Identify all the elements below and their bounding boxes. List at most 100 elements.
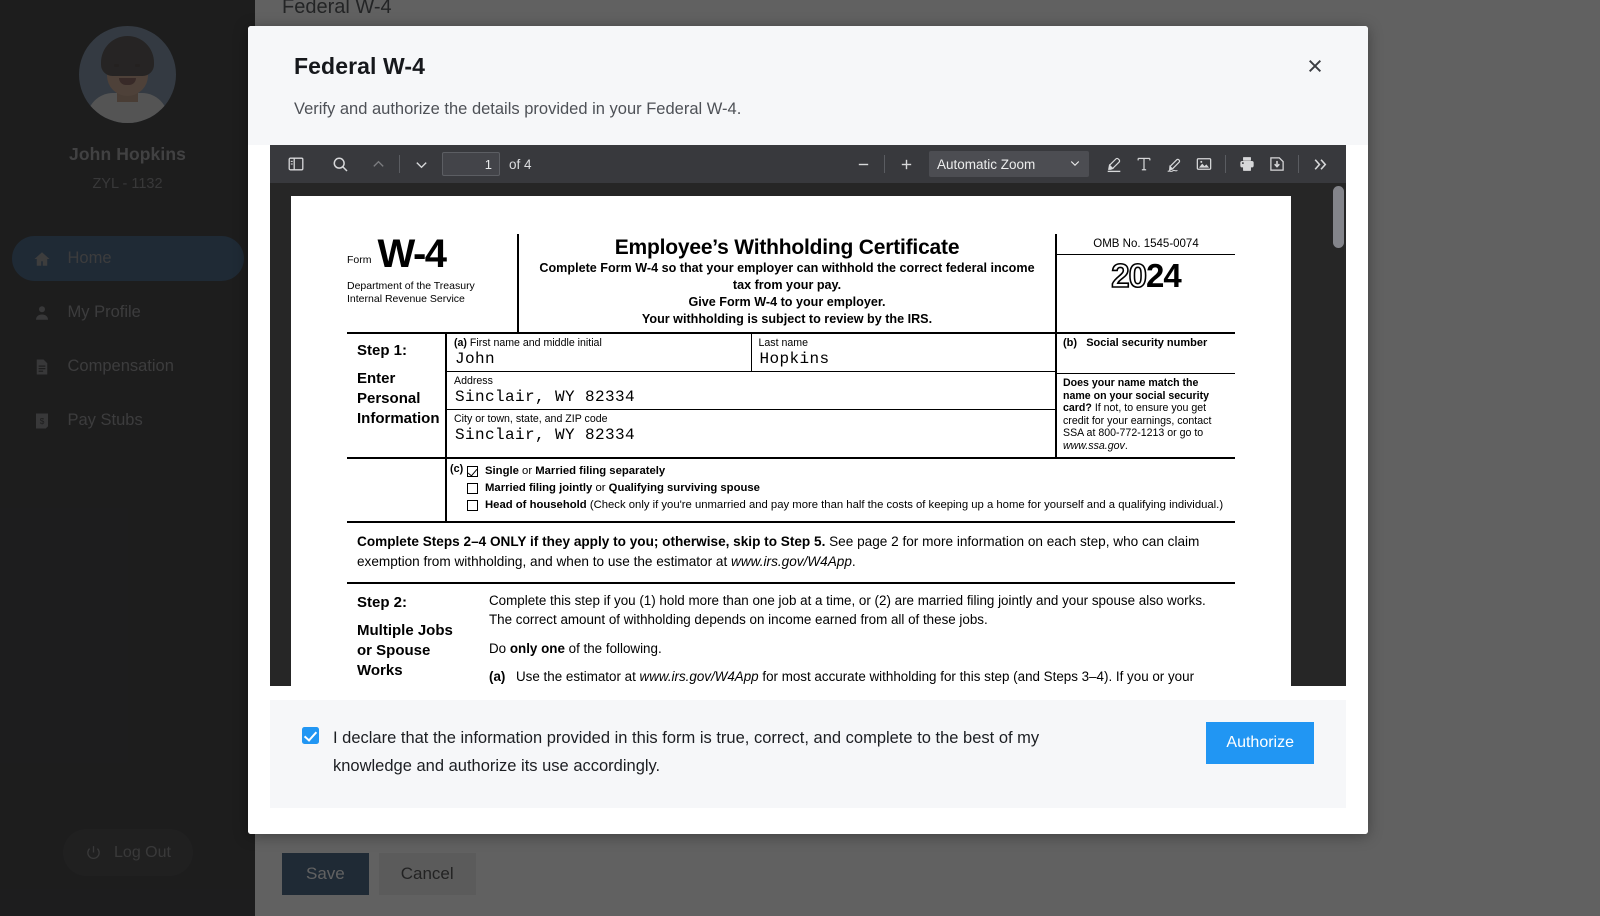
w4-step2-a-link: www.irs.gov/W4App (639, 669, 759, 685)
w4-city-label: City or town, state, and ZIP code (454, 413, 608, 425)
zoom-out-button[interactable] (848, 151, 878, 177)
w4-filing-option-single[interactable]: Single or Married filing separately (467, 463, 1227, 480)
highlight-icon[interactable] (1099, 151, 1129, 177)
w4-header-center: Employee’s Withholding Certificate Compl… (519, 234, 1055, 332)
w4-option-mid: or (592, 481, 609, 494)
checkbox-icon[interactable] (467, 482, 478, 494)
w4-year-suffix: 24 (1146, 257, 1182, 294)
w4-filing-option-label: Married filing jointly or Qualifying sur… (485, 482, 760, 495)
w4-address-label: Address (454, 375, 493, 387)
pdf-viewport[interactable]: Form W-4 Department of the Treasury Inte… (270, 183, 1346, 686)
pdf-tools-group (1089, 151, 1335, 177)
w4-document: Form W-4 Department of the Treasury Inte… (347, 234, 1235, 686)
w4-city-field[interactable]: City or town, state, and ZIP code Sincla… (447, 410, 1055, 447)
declaration-checkbox[interactable] (302, 727, 319, 744)
w4-step2-p2-bold: only one (509, 640, 565, 656)
pdf-scrollbar-thumb[interactable] (1333, 186, 1344, 248)
w4-step2-p2-post: of the following. (564, 640, 662, 656)
w4-step-2-title: Step 2: Multiple Jobs or Spouse Works (347, 584, 477, 686)
w4-header: Form W-4 Department of the Treasury Inte… (347, 234, 1235, 334)
zoom-select[interactable]: Automatic Zoom (929, 151, 1089, 177)
w4-step-2-body: Complete this step if you (1) hold more … (477, 584, 1235, 686)
w4-filing-option-jointly[interactable]: Married filing jointly or Qualifying sur… (467, 480, 1227, 497)
w4-last-name-value: Hopkins (759, 350, 830, 368)
w4-first-name-label-text: First name and middle initial (469, 337, 602, 349)
w4-option-mid: or (518, 464, 536, 477)
modal-title: Federal W-4 (294, 53, 426, 79)
w4-step-2-option-a: (a) Use the estimator at www.irs.gov/W4A… (489, 667, 1225, 686)
w4-steps-note-end: . (851, 553, 856, 569)
w4-department-line2: Internal Revenue Service (347, 292, 465, 305)
w4-filing-status-section: (c) Single or Married filing separately (347, 458, 1235, 523)
federal-w4-modal: Federal W-4 Verify and authorize the det… (248, 26, 1368, 834)
authorize-button[interactable]: Authorize (1206, 722, 1314, 764)
w4-step-2-line4: Works (357, 661, 403, 679)
more-tools-button[interactable] (1305, 151, 1335, 177)
toolbar-divider (1225, 155, 1226, 173)
w4-ssn-field[interactable]: (b) Social security number (1057, 334, 1235, 374)
w4-ssn-note: Does your name match the name on your so… (1057, 374, 1235, 457)
w4-form-number: W-4 (377, 232, 448, 276)
w4-step-2-option-a-text: Use the estimator at www.irs.gov/W4App f… (516, 667, 1225, 686)
w4-step-2-line2: Multiple Jobs (357, 621, 453, 639)
print-icon[interactable] (1232, 151, 1262, 177)
w4-name-row: (a) First name and middle initial John L… (447, 334, 1055, 372)
declaration-text: I declare that the information provided … (333, 729, 1040, 775)
w4-address-row: Address Sinclair, WY 82334 (447, 372, 1055, 410)
modal-header: Federal W-4 Verify and authorize the det… (248, 26, 1368, 145)
w4-filing-options: Single or Married filing separately Marr… (467, 463, 1227, 516)
w4-ssn-column: (b) Social security number Does your nam… (1055, 334, 1235, 457)
w4-address-field[interactable]: Address Sinclair, WY 82334 (447, 372, 1055, 409)
chevron-up-icon[interactable] (363, 151, 393, 177)
download-icon[interactable] (1262, 151, 1292, 177)
checkbox-icon[interactable] (467, 465, 478, 477)
pdf-viewer: of 4 Automatic Zoom (270, 145, 1346, 686)
zoom-in-button[interactable] (891, 151, 921, 177)
modal-subtitle: Verify and authorize the details provide… (294, 100, 742, 118)
w4-city-value: Sinclair, WY 82334 (455, 426, 636, 444)
w4-last-name-field[interactable]: Last name Hopkins (750, 334, 1056, 371)
zoom-select-value: Automatic Zoom (937, 156, 1036, 172)
sidebar-toggle-icon[interactable] (281, 151, 311, 177)
checkbox-icon[interactable] (467, 499, 478, 511)
w4-option-mid: (Check only if you're unmarried and pay … (586, 498, 1224, 511)
w4-option-bold-2: Qualifying surviving spouse (608, 481, 760, 494)
text-icon[interactable] (1129, 151, 1159, 177)
modal-footer: I declare that the information provided … (248, 686, 1368, 834)
w4-header-right: OMB No. 1545-0074 2024 (1055, 234, 1235, 332)
w4-address-value: Sinclair, WY 82334 (455, 388, 636, 406)
w4-steps-note: Complete Steps 2–4 ONLY if they apply to… (347, 523, 1235, 584)
toolbar-divider (1298, 155, 1299, 173)
w4-marker-c: (c) (450, 462, 464, 475)
w4-instruction-3: Your withholding is subject to review by… (641, 312, 933, 326)
w4-department-line1: Department of the Treasury (347, 280, 475, 292)
w4-year-prefix: 20 (1110, 256, 1147, 295)
w4-filing-status-body: (c) Single or Married filing separately (447, 459, 1235, 521)
w4-step-2-line3: or Spouse (357, 641, 431, 659)
w4-instruction-2: Give Form W-4 to your employer. (688, 295, 886, 309)
w4-certificate-title: Employee’s Withholding Certificate (614, 236, 960, 259)
page-number-input[interactable] (442, 152, 500, 176)
w4-filing-option-label: Head of household (Check only if you're … (485, 499, 1223, 512)
image-icon[interactable] (1189, 151, 1219, 177)
w4-option-bold-2: Married filing separately (535, 464, 666, 477)
chevron-down-icon[interactable] (406, 151, 436, 177)
w4-marker-b: (b) (1063, 337, 1078, 349)
w4-ssn-label: (b) Social security number (1063, 337, 1229, 349)
w4-form-word: Form (347, 254, 372, 266)
toolbar-divider (884, 155, 885, 173)
search-icon[interactable] (325, 151, 355, 177)
w4-step-2: Step 2: Multiple Jobs or Spouse Works Co… (347, 584, 1235, 686)
w4-steps-note-link: www.irs.gov/W4App (731, 553, 852, 569)
w4-filing-option-head-of-household[interactable]: Head of household (Check only if you're … (467, 497, 1227, 514)
w4-step-2-marker-a: (a) (489, 669, 506, 685)
w4-last-name-label: Last name (758, 337, 808, 349)
draw-icon[interactable] (1159, 151, 1189, 177)
w4-step-1-fields: (a) First name and middle initial John L… (447, 334, 1055, 457)
w4-first-name-field[interactable]: (a) First name and middle initial John (447, 334, 751, 371)
w4-step2-a-pre: Use the estimator at (516, 669, 640, 685)
page-count-label: of 4 (509, 156, 532, 172)
w4-first-name-label: (a) First name and middle initial (454, 337, 744, 349)
close-icon[interactable]: × (1300, 52, 1330, 82)
w4-option-bold-1: Single (485, 464, 519, 477)
